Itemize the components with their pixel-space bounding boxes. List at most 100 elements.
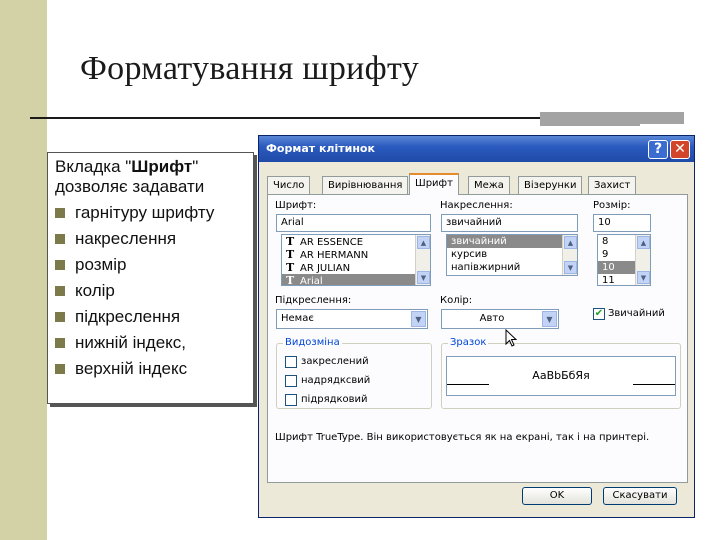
- effects-group-title: Видозміна: [283, 337, 342, 348]
- truetype-icon: T: [286, 248, 295, 261]
- font-list[interactable]: T AR ESSENCE T AR HERMANN T AR JULIAN T Aria…: [281, 234, 431, 286]
- font-list-scrollbar[interactable]: ▲ ▼: [415, 235, 430, 285]
- size-label: Розмір:: [593, 200, 631, 211]
- preview-box: AaBbБбЯя: [446, 356, 676, 396]
- list-item-text: накреслення: [75, 229, 177, 248]
- font-tab-panel: Шрифт: Arial T AR ESSENCE T AR HERMANN T AR…: [267, 194, 688, 483]
- help-button[interactable]: ?: [648, 140, 668, 159]
- color-select[interactable]: Авто ▼: [441, 309, 559, 329]
- tab-alignment[interactable]: Вирівнювання: [322, 176, 409, 194]
- square-bullet-icon: [55, 234, 65, 244]
- color-label: Колір:: [440, 295, 473, 306]
- style-list[interactable]: звичайний курсив напівжирний ▲ ▼: [446, 234, 578, 276]
- underline-label: Підкреслення:: [275, 295, 352, 306]
- square-bullet-icon: [55, 286, 65, 296]
- truetype-icon: T: [286, 274, 295, 286]
- list-item-text: підкреслення: [75, 307, 181, 326]
- slide-title: Форматування шрифту: [80, 50, 419, 87]
- font-list-item[interactable]: T AR ESSENCE: [282, 235, 430, 248]
- truetype-note: Шрифт TrueType. Він використовується як …: [275, 432, 650, 443]
- format-cells-dialog: Формат клітинок ? ✕ Число Вирівнювання Ш…: [258, 135, 695, 518]
- intro-text-pre: Вкладка ": [55, 157, 132, 176]
- title-rule-accent: [540, 112, 684, 124]
- truetype-icon: T: [286, 261, 295, 274]
- scroll-down-icon[interactable]: ▼: [637, 271, 650, 284]
- underline-value: Немає: [281, 313, 314, 324]
- preview-baseline-right: [633, 384, 675, 385]
- tab-number[interactable]: Число: [267, 176, 311, 194]
- intro-text-bold: Шрифт: [131, 157, 193, 176]
- font-name-input[interactable]: Arial: [276, 214, 431, 232]
- scroll-down-icon[interactable]: ▼: [564, 261, 577, 274]
- list-item: підкреслення: [55, 304, 249, 330]
- title-rule: [30, 117, 540, 119]
- list-item: колір: [55, 278, 249, 304]
- decorative-left-band: [0, 0, 47, 540]
- list-item: верхній індекс: [55, 356, 249, 382]
- font-list-item[interactable]: T AR JULIAN: [282, 261, 430, 274]
- size-list[interactable]: 8 9 10 11 ▲ ▼: [597, 234, 651, 286]
- size-input[interactable]: 10: [593, 214, 651, 232]
- normal-font-label: Звичайний: [608, 308, 665, 319]
- list-item-text: гарнітуру шрифту: [75, 203, 215, 222]
- underline-select[interactable]: Немає ▼: [276, 309, 428, 329]
- square-bullet-icon: [55, 364, 65, 374]
- scroll-up-icon[interactable]: ▲: [417, 236, 430, 249]
- list-item: розмір: [55, 252, 249, 278]
- scroll-up-icon[interactable]: ▲: [637, 236, 650, 249]
- style-list-item-selected[interactable]: звичайний: [447, 235, 577, 248]
- square-bullet-icon: [55, 260, 65, 270]
- square-bullet-icon: [55, 312, 65, 322]
- font-list-item[interactable]: T AR HERMANN: [282, 248, 430, 261]
- style-list-scrollbar[interactable]: ▲ ▼: [562, 235, 577, 275]
- font-list-item-label: AR ESSENCE: [300, 237, 364, 248]
- tab-border[interactable]: Межа: [468, 176, 510, 194]
- list-item: гарнітуру шрифту: [55, 200, 249, 226]
- ok-button[interactable]: OK: [522, 487, 592, 505]
- scroll-up-icon[interactable]: ▲: [564, 236, 577, 249]
- preview-group: Зразок AaBbБбЯя: [441, 337, 681, 409]
- list-item: накреслення: [55, 226, 249, 252]
- size-list-scrollbar[interactable]: ▲ ▼: [635, 235, 650, 285]
- mouse-cursor-icon: [505, 329, 517, 347]
- tab-font[interactable]: Шрифт: [409, 173, 459, 195]
- style-label: Накреслення:: [440, 200, 513, 211]
- style-list-item[interactable]: курсив: [447, 248, 577, 261]
- style-input[interactable]: звичайний: [441, 214, 578, 232]
- subscript-checkbox[interactable]: [285, 394, 297, 406]
- square-bullet-icon: [55, 208, 65, 218]
- list-item-text: розмір: [75, 255, 127, 274]
- dialog-title: Формат клітинок: [266, 142, 375, 155]
- font-list-item-selected[interactable]: T Arial: [282, 274, 430, 286]
- title-rule-accent-lower: [540, 124, 640, 126]
- dialog-titlebar[interactable]: Формат клітинок ? ✕: [259, 136, 694, 162]
- normal-font-checkbox[interactable]: ✔: [593, 308, 605, 320]
- list-item-text: нижній індекс,: [75, 333, 187, 352]
- list-item-text: колір: [75, 281, 115, 300]
- subscript-label: підрядковий: [301, 394, 368, 405]
- effects-group: Видозміна закреслений надрядксвий підряд…: [276, 337, 432, 409]
- square-bullet-icon: [55, 338, 65, 348]
- description-intro: Вкладка "Шрифт" дозволяє задавати: [55, 157, 249, 197]
- font-list-item-label: Arial: [300, 276, 323, 286]
- font-label: Шрифт:: [275, 200, 317, 211]
- font-list-item-label: AR HERMANN: [300, 250, 369, 261]
- truetype-icon: T: [286, 235, 295, 248]
- chevron-down-icon[interactable]: ▼: [411, 311, 426, 327]
- strikethrough-label: закреслений: [301, 356, 369, 367]
- preview-baseline-left: [447, 384, 489, 385]
- style-list-item[interactable]: напівжирний: [447, 261, 577, 274]
- preview-sample-text: AaBbБбЯя: [532, 369, 590, 382]
- preview-group-title: Зразок: [448, 337, 489, 348]
- description-textbox: Вкладка "Шрифт" дозволяє задавати гарніт…: [47, 152, 254, 404]
- scroll-down-icon[interactable]: ▼: [417, 271, 430, 284]
- feature-list: гарнітуру шрифту накреслення розмір колі…: [55, 200, 249, 382]
- close-button[interactable]: ✕: [670, 140, 690, 159]
- tab-patterns[interactable]: Візерунки: [518, 176, 583, 194]
- strikethrough-checkbox[interactable]: [285, 356, 297, 368]
- superscript-checkbox[interactable]: [285, 375, 297, 387]
- chevron-down-icon[interactable]: ▼: [542, 311, 557, 327]
- tab-protection[interactable]: Захист: [588, 176, 637, 194]
- cancel-button[interactable]: Скасувати: [603, 487, 677, 505]
- superscript-label: надрядксвий: [301, 375, 371, 386]
